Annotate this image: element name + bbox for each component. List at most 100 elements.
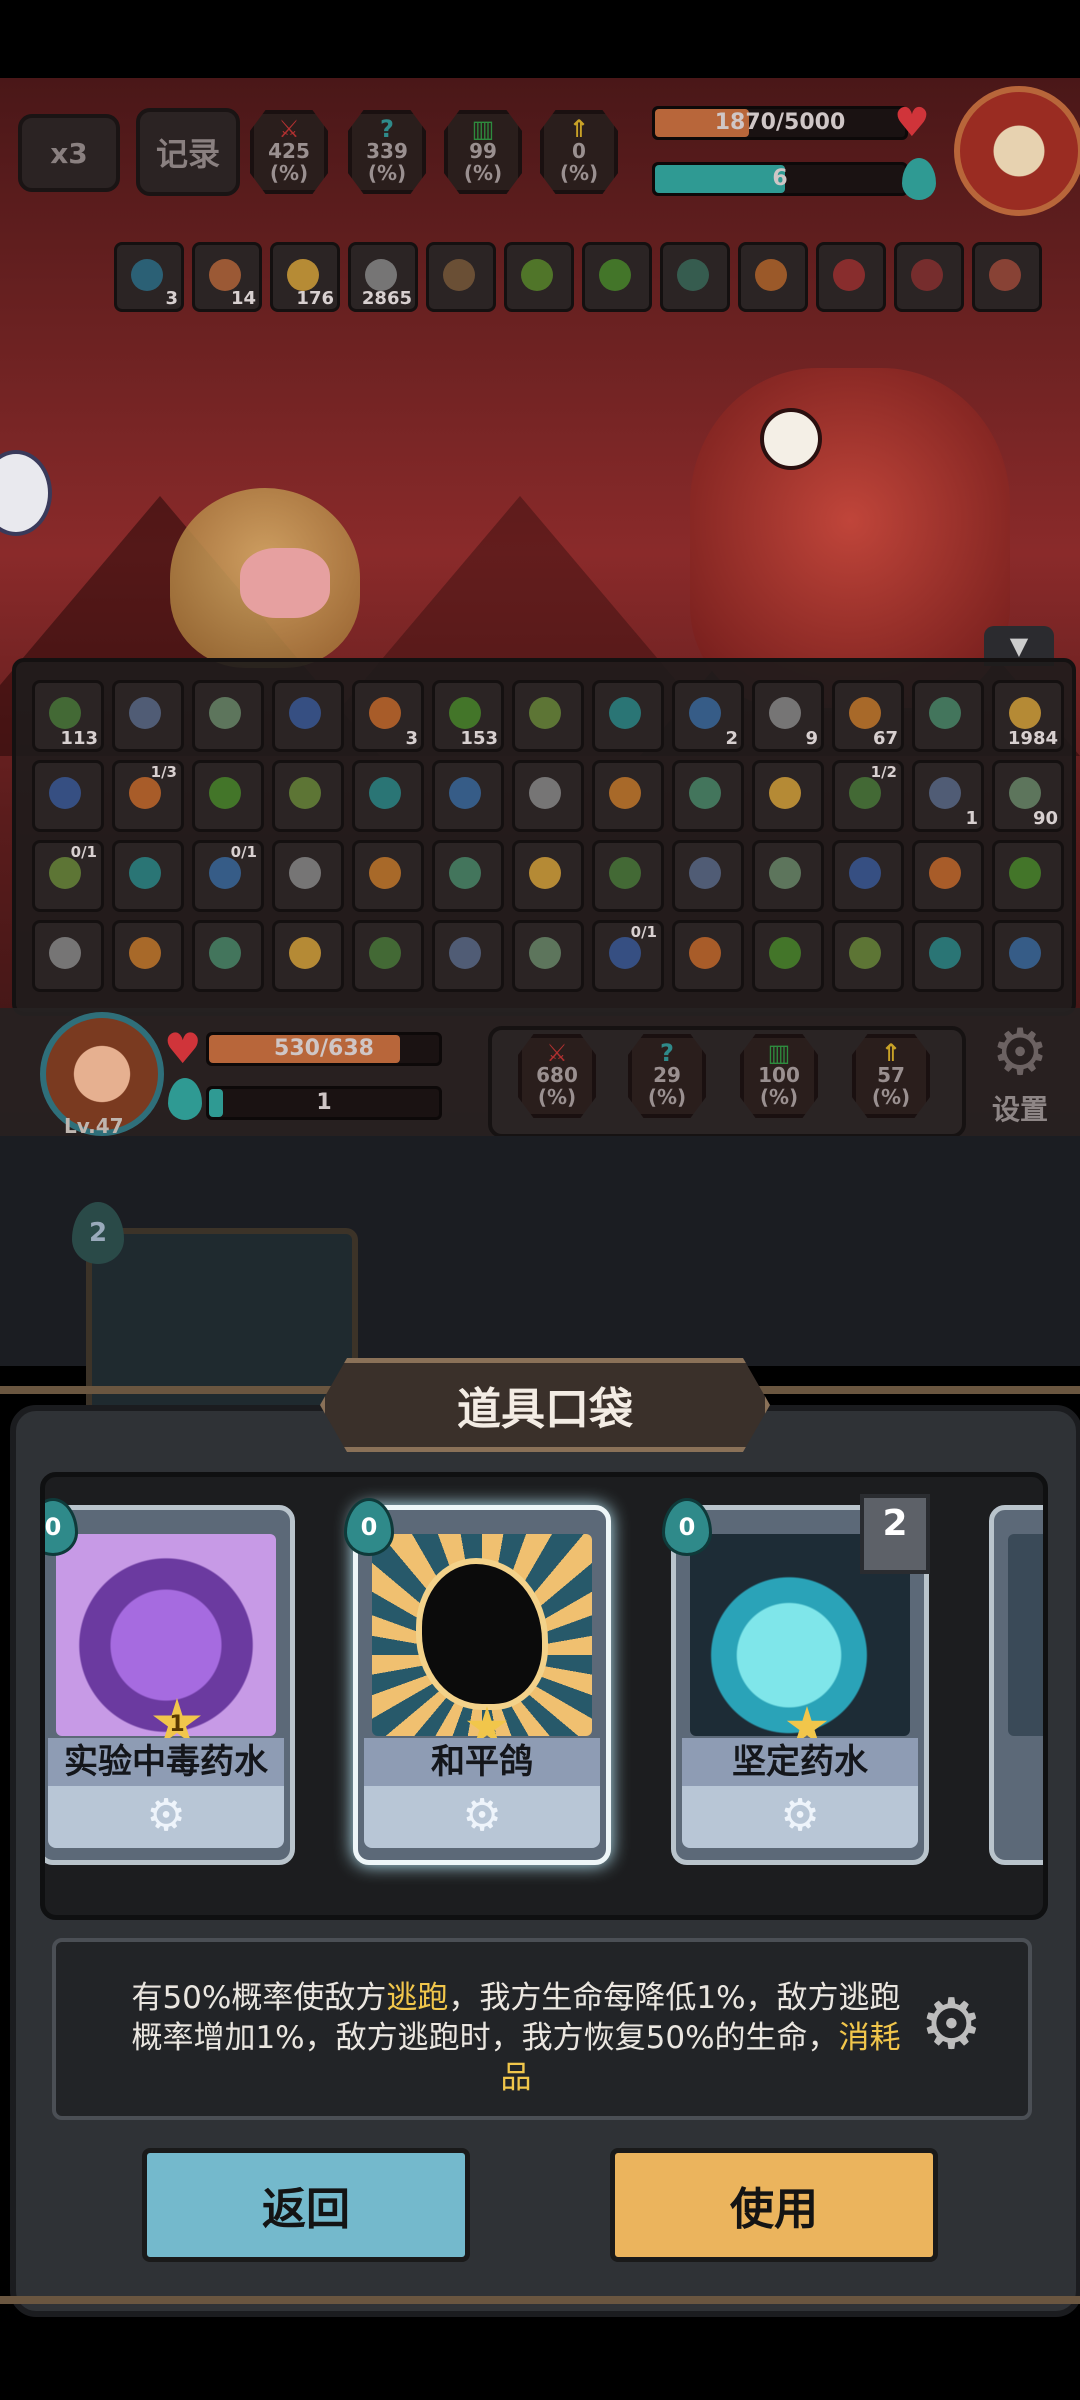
item-icon	[449, 857, 481, 889]
inventory-slot[interactable]: 9	[752, 680, 824, 752]
gear-icon: ⚙	[462, 1790, 502, 1841]
inventory-slot[interactable]: 90	[992, 760, 1064, 832]
inventory-slot[interactable]: 3	[352, 680, 424, 752]
enemy-effect-slot[interactable]	[738, 242, 808, 312]
item-count: 2	[725, 728, 738, 749]
inventory-slot[interactable]	[752, 760, 824, 832]
card-cost: 0	[662, 1498, 712, 1556]
inventory-slot[interactable]: 1	[912, 760, 984, 832]
enemy-avatar[interactable]	[954, 86, 1080, 216]
inventory-slot[interactable]	[512, 680, 584, 752]
record-button[interactable]: 记录	[136, 108, 240, 196]
inventory-slot[interactable]: 0/1	[592, 920, 664, 992]
enemy-effect-slot[interactable]: 2865	[348, 242, 418, 312]
item-icon	[769, 857, 801, 889]
inventory-slot[interactable]	[752, 920, 824, 992]
item-icon	[769, 937, 801, 969]
inventory-slot[interactable]	[192, 760, 264, 832]
enemy-character[interactable]	[690, 368, 1010, 708]
inventory-slot[interactable]: 1984	[992, 680, 1064, 752]
item-icon	[209, 697, 241, 729]
card-carousel[interactable]: 1 实验中毒药水 ⚙ 0 和平鸽 ⚙ 0 2 坚定药水 ⚙ 0	[40, 1472, 1048, 1920]
speed-button[interactable]: x3	[18, 114, 120, 192]
use-label: 使用	[730, 2184, 818, 2235]
card-poison-potion[interactable]: 1 实验中毒药水 ⚙ 0	[45, 1498, 295, 1865]
use-button[interactable]: 使用	[610, 2148, 938, 2262]
inventory-slot[interactable]	[992, 920, 1064, 992]
inventory-slot[interactable]	[912, 840, 984, 912]
enemy-effect-slot[interactable]	[504, 242, 574, 312]
inventory-slot[interactable]: 2	[672, 680, 744, 752]
inventory-slot[interactable]	[112, 920, 184, 992]
inventory-slot[interactable]: 1/2	[832, 760, 904, 832]
inventory-slot[interactable]	[672, 840, 744, 912]
inventory-slot[interactable]	[192, 920, 264, 992]
settings-button[interactable]: ⚙ 设置	[972, 1018, 1068, 1128]
enemy-effect-slot[interactable]	[894, 242, 964, 312]
item-count: 67	[872, 728, 898, 749]
inventory-slot[interactable]: 113	[32, 680, 104, 752]
enemy-effect-slot[interactable]	[972, 242, 1042, 312]
inventory-slot[interactable]	[352, 840, 424, 912]
inventory-slot[interactable]	[672, 920, 744, 992]
inventory-slot[interactable]	[32, 920, 104, 992]
inventory-slot[interactable]	[592, 680, 664, 752]
item-icon	[849, 777, 881, 809]
speed-label: x3	[50, 136, 88, 170]
inventory-slot[interactable]	[432, 760, 504, 832]
card-name: 和平鸽	[364, 1738, 600, 1786]
inventory-slot[interactable]	[112, 680, 184, 752]
enemy-effect-slot[interactable]	[660, 242, 730, 312]
inventory-slot[interactable]	[592, 840, 664, 912]
inventory-slot[interactable]	[272, 760, 344, 832]
item-icon	[929, 937, 961, 969]
inventory-slot[interactable]	[752, 840, 824, 912]
inventory-slot[interactable]	[272, 840, 344, 912]
gear-icon[interactable]: ⚙	[920, 1984, 983, 2064]
inventory-slot[interactable]	[432, 840, 504, 912]
effect-icon	[833, 259, 865, 291]
item-icon	[849, 857, 881, 889]
item-icon	[369, 777, 401, 809]
card-resolve-potion[interactable]: 2 坚定药水 ⚙ 0	[662, 1494, 930, 1865]
inventory-slot[interactable]	[352, 920, 424, 992]
inventory-slot[interactable]	[992, 840, 1064, 912]
inventory-slot[interactable]	[192, 680, 264, 752]
enemy-effect-slot[interactable]: 3	[114, 242, 184, 312]
item-icon	[369, 857, 401, 889]
inventory-slot[interactable]	[272, 920, 344, 992]
inventory-slot[interactable]	[592, 760, 664, 832]
enemy-effect-slot[interactable]: 176	[270, 242, 340, 312]
enemy-effect-slot[interactable]	[816, 242, 886, 312]
inventory-slot[interactable]	[832, 840, 904, 912]
enemy-effect-slot[interactable]: 14	[192, 242, 262, 312]
inventory-slot[interactable]	[672, 760, 744, 832]
inventory-slot[interactable]	[912, 920, 984, 992]
card-next-partial[interactable]	[989, 1505, 1043, 1865]
item-icon	[289, 937, 321, 969]
inventory-slot[interactable]	[832, 920, 904, 992]
item-icon	[529, 857, 561, 889]
card-base: ⚙	[364, 1786, 600, 1848]
inventory-slot[interactable]	[352, 760, 424, 832]
inventory-slot[interactable]	[112, 840, 184, 912]
inventory-slot[interactable]	[432, 920, 504, 992]
enemy-effect-slot[interactable]	[582, 242, 652, 312]
card-base: ⚙	[682, 1786, 918, 1848]
inventory-slot[interactable]	[912, 680, 984, 752]
inventory-slot[interactable]: 0/1	[192, 840, 264, 912]
inventory-slot[interactable]: 153	[432, 680, 504, 752]
enemy-effect-slot[interactable]	[426, 242, 496, 312]
card-peace-dove[interactable]: 和平鸽 ⚙ 0	[344, 1498, 611, 1865]
back-button[interactable]: 返回	[142, 2148, 470, 2262]
inventory-slot[interactable]	[512, 920, 584, 992]
inventory-slot[interactable]	[32, 760, 104, 832]
inventory-slot[interactable]	[512, 760, 584, 832]
stat-unit: (%)	[759, 1085, 799, 1109]
dialog-bottom-trim	[0, 2296, 1080, 2304]
inventory-slot[interactable]: 1/3	[112, 760, 184, 832]
inventory-slot[interactable]: 67	[832, 680, 904, 752]
inventory-slot[interactable]: 0/1	[32, 840, 104, 912]
inventory-slot[interactable]	[512, 840, 584, 912]
inventory-slot[interactable]	[272, 680, 344, 752]
